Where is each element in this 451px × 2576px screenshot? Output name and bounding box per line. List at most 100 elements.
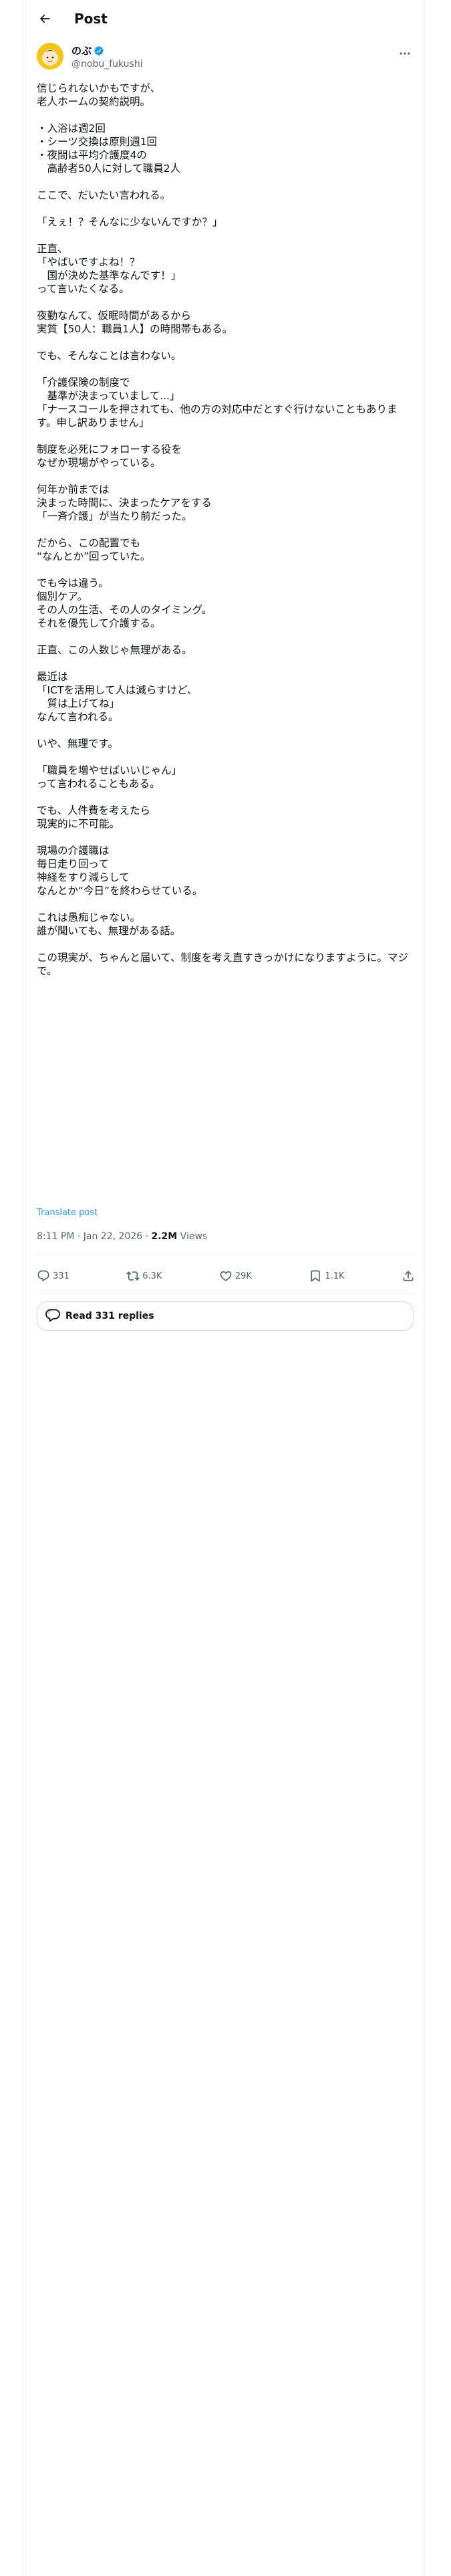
- post-line: 実質【50人：職員1人】の時間帯もある。: [37, 323, 233, 335]
- post-line: って言われることもある。: [37, 778, 160, 790]
- post-line: その人の生活、その人のタイミング。: [37, 604, 212, 616]
- post-line: なんて言われる。: [37, 711, 119, 723]
- post-line: 「一斉介護」が当たり前だった。: [37, 510, 192, 522]
- post-line: ここで、だいたい言われる。: [37, 189, 171, 201]
- post-line: だから、この配置でも: [37, 537, 141, 549]
- author-name[interactable]: のぶ: [71, 44, 92, 58]
- divider-bottom: [37, 1293, 415, 1294]
- bookmark-button[interactable]: 1.1K: [309, 1269, 345, 1283]
- read-replies-label: Read 331 replies: [65, 1311, 154, 1321]
- reply-button[interactable]: 331: [37, 1269, 69, 1283]
- main-column: Post のぶ @nobu_fukushi 信じられないかもですが、 老人ホーム…: [25, 0, 425, 2576]
- bookmark-icon: [311, 1270, 321, 1283]
- avatar-face-icon: [37, 43, 63, 70]
- bookmark-count: 1.1K: [325, 1271, 345, 1281]
- arrow-left-icon: [39, 14, 50, 23]
- meta-separator: ·: [142, 1231, 152, 1242]
- action-bar: 331 6.3K 29K 1.1K: [37, 1263, 415, 1289]
- post-line: 決まった時間に、決まったケアをする: [37, 497, 212, 509]
- post-line: 夜勤なんて、仮眠時間があるから: [37, 310, 191, 322]
- post-line: 「えぇ！？そんなに少ないんですか？」: [37, 216, 223, 228]
- views-count: 2.2M: [151, 1231, 178, 1242]
- post-line: でも、そんなことは言わない。: [37, 350, 182, 362]
- post-line: 「ナースコールを押されても、他の方の対応中だとすぐ行けないこともあります。申し訳…: [37, 403, 398, 429]
- post-meta: 8:11 PM · Jan 22, 2026 · 2.2M Views: [37, 1230, 207, 1243]
- post-text: 信じられないかもですが、 老人ホームの契約説明。 ・入浴は週2回 ・シーツ交換は原則週…: [37, 82, 415, 978]
- avatar[interactable]: [37, 43, 63, 70]
- post-line: 最近は: [37, 671, 68, 683]
- post-line: 誰が聞いても、無理がある話。: [37, 925, 181, 937]
- post-line: 老人ホームの契約説明。: [37, 96, 151, 108]
- page: Post のぶ @nobu_fukushi 信じられないかもですが、 老人ホーム…: [0, 0, 451, 2576]
- post-line: 個別ケア。: [37, 591, 88, 603]
- post-line: ・夜間は平均介護度4の: [37, 149, 147, 161]
- post-line: 正直、: [37, 243, 68, 255]
- post-line: なんとか“今日”を終わらせている。: [37, 885, 203, 897]
- post-line: 毎日走り回って: [37, 858, 109, 870]
- post-line: 「職員を増やせばいいじゃん」: [37, 764, 182, 776]
- read-replies-button[interactable]: Read 331 replies: [37, 1301, 414, 1331]
- back-button[interactable]: [33, 7, 57, 31]
- author-row: のぶ @nobu_fukushi: [37, 43, 415, 75]
- repost-button[interactable]: 6.3K: [126, 1269, 162, 1283]
- author-handle[interactable]: @nobu_fukushi: [71, 58, 143, 70]
- heart-icon: [220, 1271, 232, 1281]
- post-line: でも今は違う。: [37, 577, 109, 589]
- post-line: 現場の介護職は: [37, 845, 110, 857]
- post-line: 信じられないかもですが、: [37, 82, 161, 94]
- reply-count: 331: [53, 1271, 69, 1281]
- more-dots-icon: [400, 52, 410, 55]
- author-name-line: のぶ: [71, 44, 104, 58]
- post-line: この現実が、ちゃんと届いて、制度を考え直すきっかけになりますように。マジで。: [37, 952, 408, 977]
- post-line: “なんとか”回っていた。: [37, 550, 151, 562]
- like-button[interactable]: 29K: [219, 1269, 252, 1283]
- reply-icon: [37, 1270, 49, 1282]
- repost-icon: [126, 1271, 140, 1281]
- post-line: 制度を必死にフォローする役を: [37, 443, 182, 455]
- share-button[interactable]: [402, 1269, 415, 1283]
- header: Post: [26, 0, 424, 37]
- post-line: 基準が決まっていまして...」: [37, 390, 180, 402]
- post-line: 何年か前までは: [37, 484, 110, 496]
- post-line: 現実的に不可能。: [37, 818, 120, 830]
- post-line: 「やばいですよね！？: [37, 256, 140, 268]
- translate-post-link[interactable]: Translate post: [37, 1208, 98, 1218]
- views-label: Views: [177, 1231, 208, 1242]
- post-line: ・シーツ交換は原則週1回: [37, 136, 158, 148]
- post-line: でも、人件費を考えたら: [37, 804, 151, 817]
- post-line: 質は上げてね」: [37, 697, 120, 710]
- repost-count: 6.3K: [142, 1271, 162, 1281]
- post-line: 「ICTを活用して人は減らすけど、: [37, 684, 198, 696]
- post-time[interactable]: 8:11 PM · Jan 22, 2026: [37, 1231, 142, 1242]
- speech-bubble-icon: [45, 1309, 60, 1322]
- page-title: Post: [74, 11, 108, 27]
- post-line: 正直、この人数じゃ無理がある。: [37, 644, 192, 656]
- post-line: 高齢者50人に対して職員2人: [37, 163, 181, 175]
- share-icon: [403, 1271, 414, 1281]
- post-line: 神経をすり減らして: [37, 871, 130, 883]
- more-options-button[interactable]: [395, 45, 415, 62]
- post-line: いや、無理です。: [37, 738, 118, 750]
- post-line: 国が決めた基準なんです！」: [37, 270, 182, 282]
- post-line: それを優先して介護する。: [37, 617, 161, 629]
- post-line: これは愚痴じゃない。: [37, 911, 141, 924]
